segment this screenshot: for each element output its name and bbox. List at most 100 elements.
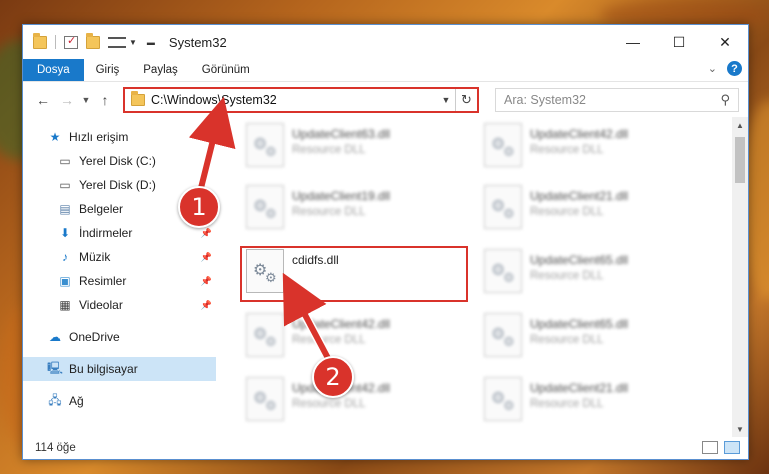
dll-file-icon: ⚙ ⚙ bbox=[246, 313, 284, 357]
callout-2-badge: 2 bbox=[312, 356, 354, 398]
file-item[interactable]: ⚙ ⚙ UpdateClient65.dll Resource DLL bbox=[484, 313, 714, 361]
dll-file-icon: ⚙ ⚙ bbox=[246, 377, 284, 421]
window-controls: — ☐ ✕ bbox=[610, 25, 748, 59]
address-row: ← → ▼ ↑ C:\Windows\System32 ▼ ↻ Ara: Sys… bbox=[23, 81, 748, 117]
back-arrow-icon[interactable]: ← bbox=[31, 92, 55, 108]
search-icon[interactable]: ⚲ bbox=[720, 92, 730, 108]
sidebar-item-music[interactable]: ♪ Müzik 📌 bbox=[23, 245, 216, 269]
ribbon-tabs: Dosya Giriş Paylaş Görünüm ⌄ ? bbox=[23, 59, 748, 81]
pin-icon[interactable]: 📌 bbox=[201, 228, 212, 239]
drive-icon: ▭ bbox=[59, 178, 71, 192]
scroll-up-arrow-icon[interactable]: ▲ bbox=[732, 117, 748, 133]
drive-icon: ▭ bbox=[59, 154, 71, 168]
address-dropdown-chevron-icon[interactable]: ▼ bbox=[437, 95, 455, 105]
file-name: UpdateClient21.dll bbox=[530, 189, 629, 203]
sidebar-item-label: OneDrive bbox=[69, 330, 120, 344]
tab-view[interactable]: Görünüm bbox=[190, 59, 262, 81]
file-item[interactable]: ⚙ ⚙ UpdateClient19.dll Resource DLL bbox=[246, 185, 476, 233]
minimize-button[interactable]: — bbox=[610, 25, 656, 59]
file-item[interactable]: ⚙⚙ UpdateClient42.dllResource DLL bbox=[246, 377, 476, 425]
properties-icon[interactable] bbox=[64, 34, 78, 49]
sidebar-item-onedrive[interactable]: ☁ OneDrive bbox=[23, 325, 216, 349]
file-name: UpdateClient21.dll bbox=[530, 381, 629, 395]
sidebar-item-label: Videolar bbox=[79, 298, 123, 312]
sidebar-item-label: Resimler bbox=[79, 274, 127, 288]
address-path[interactable]: C:\Windows\System32 bbox=[151, 93, 437, 107]
expand-ribbon-chevron-icon[interactable]: ⌄ bbox=[708, 62, 717, 75]
file-item[interactable]: ⚙ ⚙ UpdateClient65.dll Resource DLL bbox=[484, 249, 714, 297]
search-input[interactable]: Ara: System32 ⚲ bbox=[495, 87, 739, 112]
dll-file-icon: ⚙ ⚙ bbox=[246, 123, 284, 167]
forward-arrow-icon[interactable]: → bbox=[55, 92, 79, 108]
tab-home[interactable]: Giriş bbox=[84, 59, 132, 81]
close-button[interactable]: ✕ bbox=[702, 25, 748, 59]
network-icon: 🖧 bbox=[48, 392, 62, 407]
up-arrow-icon[interactable]: ↑ bbox=[93, 92, 117, 108]
sidebar-item-local-disk-c[interactable]: ▭ Yerel Disk (C:) bbox=[23, 149, 216, 173]
sidebar-item-videos[interactable]: ▦ Videolar 📌 bbox=[23, 293, 216, 317]
recent-locations-chevron-icon[interactable]: ▼ bbox=[79, 95, 93, 105]
refresh-icon[interactable]: ↻ bbox=[455, 88, 477, 111]
computer-icon: 🖳 bbox=[47, 360, 64, 375]
dll-file-icon: ⚙ ⚙ bbox=[484, 313, 522, 357]
maximize-button[interactable]: ☐ bbox=[656, 25, 702, 59]
file-list: ⚙ ⚙ UpdateClient63.dll Resource DLL ⚙ ⚙ Upd… bbox=[216, 117, 748, 437]
sidebar-item-label: Ağ bbox=[69, 394, 84, 408]
tab-file[interactable]: Dosya bbox=[23, 59, 84, 81]
target-file-highlight bbox=[240, 246, 468, 302]
scroll-down-arrow-icon[interactable]: ▼ bbox=[732, 421, 748, 437]
sidebar-item-label: Yerel Disk (D:) bbox=[79, 178, 156, 192]
file-name: UpdateClient65.dll bbox=[530, 317, 629, 331]
tab-share[interactable]: Paylaş bbox=[131, 59, 190, 81]
sidebar-item-this-pc[interactable]: 🖳 Bu bilgisayar bbox=[23, 357, 216, 381]
pin-icon[interactable]: 📌 bbox=[201, 252, 212, 263]
details-view-icon[interactable] bbox=[702, 441, 718, 454]
file-item[interactable]: ⚙⚙ UpdateClient42.dllResource DLL bbox=[246, 313, 476, 361]
sidebar-item-label: Belgeler bbox=[79, 202, 124, 216]
file-name: UpdateClient42.dll bbox=[530, 127, 629, 141]
customize-toolbar-chevron-icon[interactable]: ▼ bbox=[129, 38, 137, 47]
separator bbox=[55, 35, 56, 49]
large-icons-view-icon[interactable] bbox=[724, 441, 740, 454]
sidebar-item-label: Hızlı erişim bbox=[69, 130, 129, 144]
dll-file-icon: ⚙ ⚙ bbox=[484, 185, 522, 229]
toolbar-dropdown-icon[interactable]: ▬ bbox=[147, 38, 155, 47]
file-type: Resource DLL bbox=[530, 334, 604, 346]
vertical-scrollbar[interactable]: ▲ ▼ bbox=[732, 117, 748, 437]
window-title: System32 bbox=[168, 34, 227, 50]
file-type: Resource DLL bbox=[292, 398, 366, 410]
address-bar[interactable]: C:\Windows\System32 ▼ ↻ bbox=[123, 86, 479, 113]
status-bar: 114 öğe bbox=[23, 437, 748, 459]
file-item[interactable]: ⚙ ⚙ UpdateClient21.dll Resource DLL bbox=[484, 185, 714, 233]
file-type: Resource DLL bbox=[292, 334, 366, 346]
pin-icon[interactable]: 📌 bbox=[201, 276, 212, 287]
music-icon: ♪ bbox=[62, 250, 68, 264]
videos-icon: ▦ bbox=[59, 298, 71, 312]
sidebar-item-quick-access[interactable]: ★ Hızlı erişim bbox=[23, 125, 216, 149]
title-bar: ▼ ▬ System32 — ☐ ✕ bbox=[23, 25, 748, 59]
file-item[interactable]: ⚙ ⚙ UpdateClient21.dll Resource DLL bbox=[484, 377, 714, 425]
sidebar-item-label: Müzik bbox=[79, 250, 111, 264]
new-folder-icon[interactable] bbox=[86, 32, 100, 49]
file-item[interactable]: ⚙⚙ UpdateClient42.dllResource DLL bbox=[484, 123, 714, 171]
scrollbar-thumb[interactable] bbox=[735, 137, 745, 183]
file-name: UpdateClient19.dll bbox=[292, 189, 391, 203]
item-count: 114 öğe bbox=[35, 442, 76, 454]
callout-1-badge: 1 bbox=[178, 186, 220, 228]
sidebar-item-network[interactable]: 🖧 Ağ bbox=[23, 389, 216, 413]
pictures-icon: ▣ bbox=[59, 274, 71, 288]
sidebar-item-pictures[interactable]: ▣ Resimler 📌 bbox=[23, 269, 216, 293]
file-type: Resource DLL bbox=[530, 206, 604, 218]
file-name: UpdateClient65.dll bbox=[530, 253, 629, 267]
pin-icon[interactable]: 📌 bbox=[201, 300, 212, 311]
quick-access-list-icon[interactable] bbox=[108, 36, 126, 48]
file-item[interactable]: ⚙ ⚙ UpdateClient63.dll Resource DLL bbox=[246, 123, 476, 171]
sidebar-item-label: İndirmeler bbox=[79, 226, 133, 240]
search-placeholder: Ara: System32 bbox=[504, 92, 586, 107]
sidebar-item-label: Bu bilgisayar bbox=[69, 362, 138, 376]
file-type: Resource DLL bbox=[530, 270, 604, 282]
file-type: Resource DLL bbox=[530, 398, 604, 410]
download-icon: ⬇ bbox=[59, 226, 71, 240]
help-icon[interactable]: ? bbox=[727, 61, 742, 76]
documents-icon: ▤ bbox=[59, 202, 71, 216]
